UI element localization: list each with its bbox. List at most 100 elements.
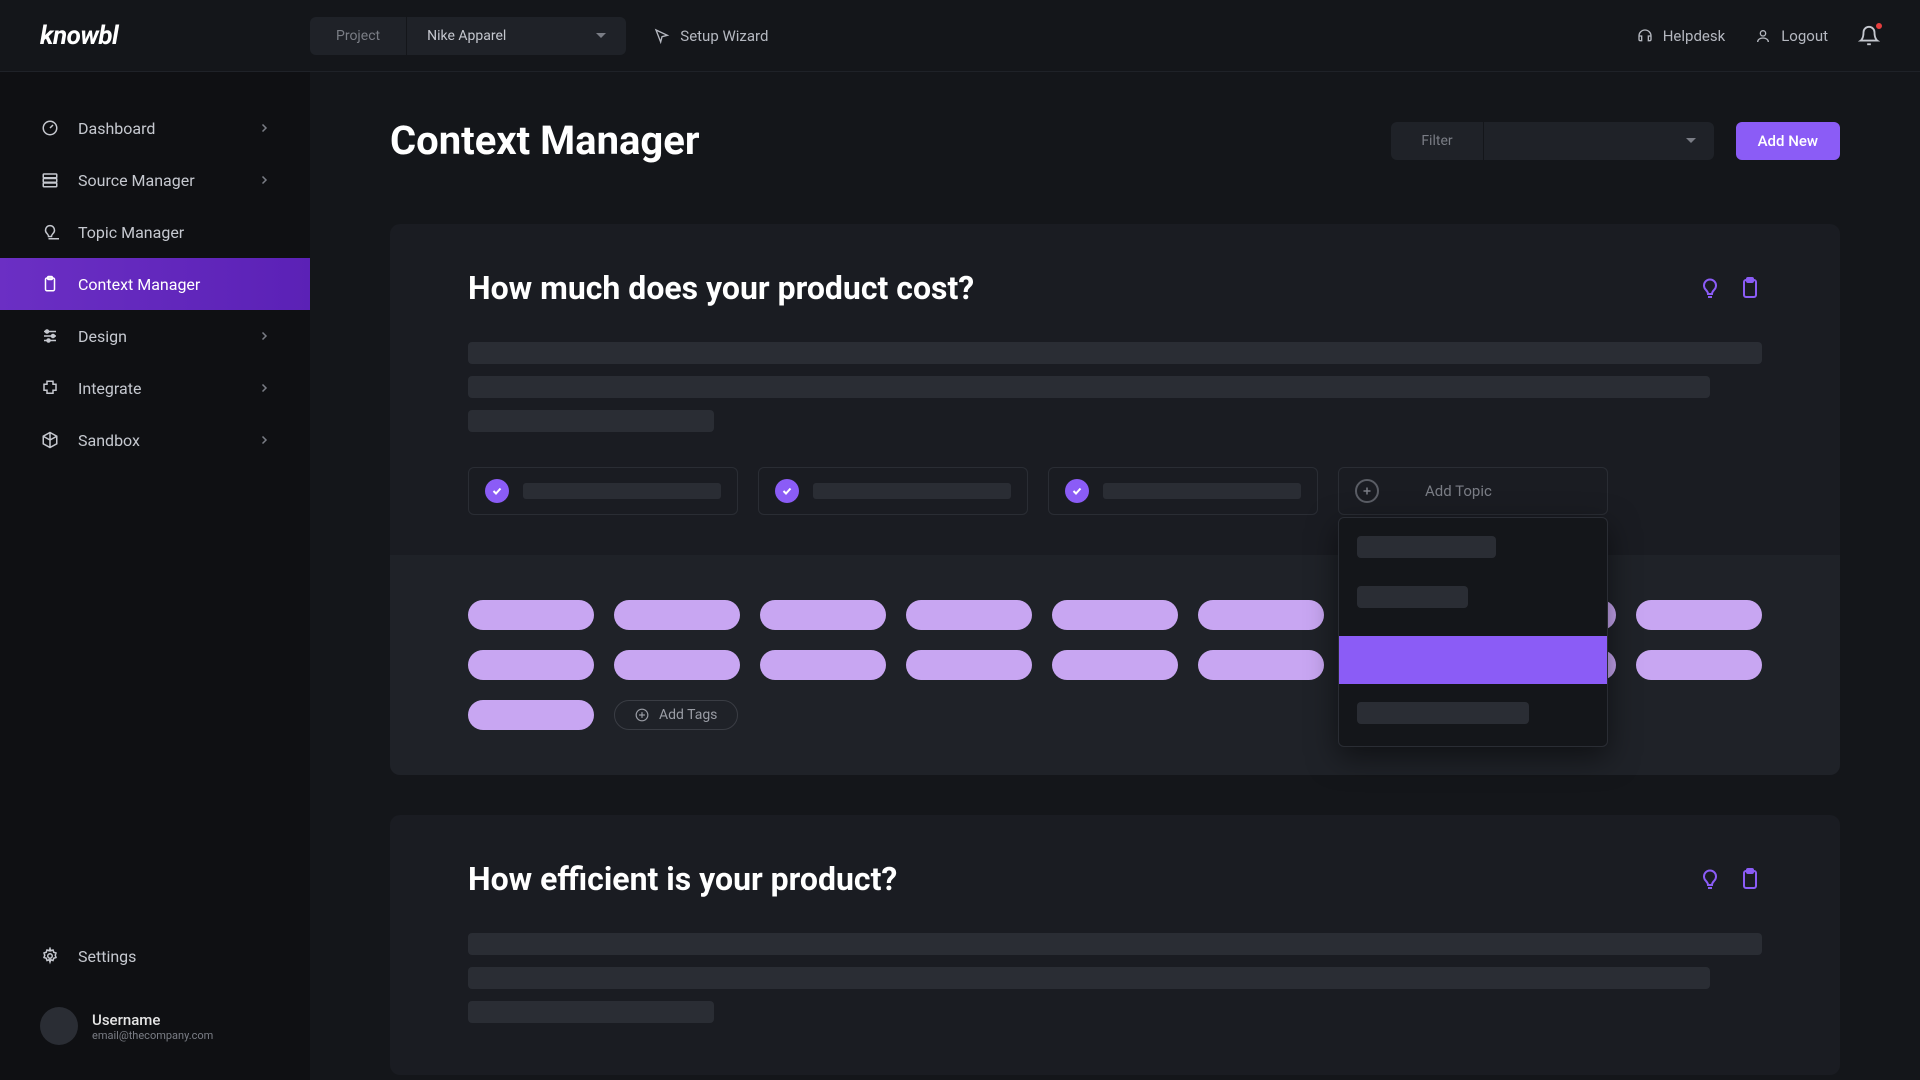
tag-pill[interactable] (468, 700, 594, 730)
check-circle-icon (485, 479, 509, 503)
avatar (40, 1007, 78, 1045)
content-header: Context Manager Filter Add New (390, 117, 1840, 164)
card-header: How efficient is your product? (468, 860, 1762, 898)
helpdesk-link[interactable]: Helpdesk (1637, 27, 1725, 45)
topics-row: Add Topic (468, 467, 1762, 515)
topic-chip[interactable] (758, 467, 1028, 515)
cube-icon (40, 430, 60, 450)
card-header: How much does your product cost? (468, 269, 1762, 307)
content: Context Manager Filter Add New How much … (310, 72, 1920, 1080)
text-placeholder (523, 483, 721, 499)
project-value-text: Nike Apparel (427, 28, 506, 44)
context-card: How efficient is your product? (390, 815, 1840, 1075)
logout-link[interactable]: Logout (1755, 27, 1828, 45)
add-new-button[interactable]: Add New (1736, 122, 1840, 160)
card-actions (1698, 867, 1762, 891)
dropdown-item[interactable] (1357, 702, 1529, 724)
tag-pill[interactable] (906, 600, 1032, 630)
topic-chip[interactable] (468, 467, 738, 515)
card-title: How much does your product cost? (468, 269, 1698, 307)
dropdown-item-selected[interactable] (1339, 636, 1607, 684)
setup-wizard-link[interactable]: Setup Wizard (654, 27, 768, 45)
gear-icon (40, 946, 60, 966)
sidebar-item-topic-manager[interactable]: Topic Manager (0, 206, 310, 258)
tag-pill[interactable] (1052, 650, 1178, 680)
text-placeholder (468, 1001, 714, 1023)
check-circle-icon (775, 479, 799, 503)
text-placeholder (468, 342, 1762, 364)
tag-pill[interactable] (614, 600, 740, 630)
tag-pill[interactable] (468, 650, 594, 680)
filter-label: Filter (1391, 122, 1483, 160)
card-actions (1698, 276, 1762, 300)
tag-pill[interactable] (1052, 600, 1178, 630)
tag-pill[interactable] (468, 600, 594, 630)
user-info: Username email@thecompany.com (92, 1011, 213, 1042)
caret-down-icon (596, 33, 606, 38)
sidebar-item-source-manager[interactable]: Source Manager (0, 154, 310, 206)
chevron-right-icon (258, 330, 270, 342)
database-icon (40, 170, 60, 190)
puzzle-icon (40, 378, 60, 398)
context-card: How much does your product cost? (390, 224, 1840, 775)
text-placeholder (468, 410, 714, 432)
sidebar-item-integrate[interactable]: Integrate (0, 362, 310, 414)
tag-pill[interactable] (906, 650, 1032, 680)
sliders-icon (40, 326, 60, 346)
bulb-icon[interactable] (1698, 276, 1722, 300)
tag-pill[interactable] (614, 650, 740, 680)
bulb-icon[interactable] (1698, 867, 1722, 891)
project-label: Project (310, 17, 407, 55)
filter-value[interactable] (1484, 138, 1714, 143)
topic-chip[interactable] (1048, 467, 1318, 515)
project-value[interactable]: Nike Apparel (407, 28, 626, 44)
sidebar-item-context-manager[interactable]: Context Manager (0, 258, 310, 310)
logout-label: Logout (1781, 27, 1828, 45)
add-topic-label: Add Topic (1425, 482, 1492, 500)
card-title: How efficient is your product? (468, 860, 1698, 898)
notifications-button[interactable] (1858, 25, 1880, 47)
sidebar-item-design[interactable]: Design (0, 310, 310, 362)
tag-pill[interactable] (1636, 600, 1762, 630)
sidebar-item-sandbox[interactable]: Sandbox (0, 414, 310, 466)
filter-selector[interactable]: Filter (1391, 122, 1713, 160)
sidebar-item-dashboard[interactable]: Dashboard (0, 102, 310, 154)
username: Username (92, 1011, 213, 1029)
user-block[interactable]: Username email@thecompany.com (0, 1007, 310, 1045)
text-placeholder (1103, 483, 1301, 499)
user-email: email@thecompany.com (92, 1029, 213, 1042)
tag-pill[interactable] (760, 650, 886, 680)
sidebar: Dashboard Source Manager (0, 72, 310, 1080)
topbar: knowbl Project Nike Apparel Setup Wizard… (0, 0, 1920, 72)
add-tags-label: Add Tags (659, 707, 717, 723)
dropdown-item[interactable] (1357, 586, 1468, 608)
check-circle-icon (1065, 479, 1089, 503)
tag-pill[interactable] (1198, 650, 1324, 680)
page-title: Context Manager (390, 117, 1391, 164)
text-placeholder (813, 483, 1011, 499)
dropdown-item[interactable] (1357, 536, 1496, 558)
project-selector[interactable]: Project Nike Apparel (310, 17, 626, 55)
sidebar-item-label: Dashboard (78, 119, 240, 138)
tag-pill[interactable] (760, 600, 886, 630)
add-topic-dropdown[interactable] (1338, 517, 1608, 747)
chevron-right-icon (258, 434, 270, 446)
helpdesk-label: Helpdesk (1663, 27, 1725, 45)
sidebar-item-settings[interactable]: Settings (0, 930, 310, 982)
chevron-right-icon (258, 122, 270, 134)
clipboard-icon[interactable] (1738, 867, 1762, 891)
user-icon (1755, 28, 1771, 44)
clipboard-icon (40, 274, 60, 294)
chevron-right-icon (258, 382, 270, 394)
sidebar-item-label: Topic Manager (78, 223, 270, 242)
add-tags-button[interactable]: Add Tags (614, 700, 738, 730)
clipboard-icon[interactable] (1738, 276, 1762, 300)
add-topic-button[interactable]: Add Topic (1338, 467, 1608, 515)
notification-dot-icon (1874, 21, 1884, 31)
tag-pill[interactable] (1198, 600, 1324, 630)
sidebar-item-label: Source Manager (78, 171, 240, 190)
plus-circle-icon (1355, 479, 1379, 503)
headphones-icon (1637, 28, 1653, 44)
text-placeholder (468, 967, 1710, 989)
tag-pill[interactable] (1636, 650, 1762, 680)
